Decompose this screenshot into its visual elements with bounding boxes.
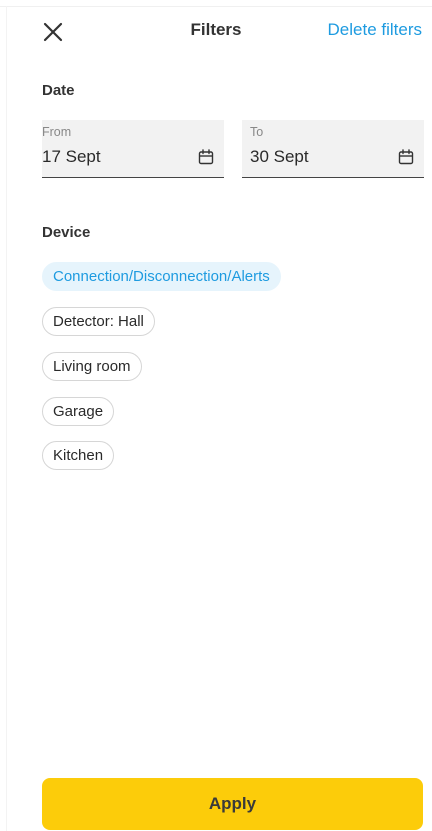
date-to-label: To — [250, 125, 264, 139]
date-from-value: 17 Sept — [42, 147, 101, 166]
top-divider — [0, 6, 432, 7]
date-to-value: 30 Sept — [250, 147, 309, 166]
device-chip-detector-hall[interactable]: Detector: Hall — [42, 307, 155, 336]
device-chip-kitchen[interactable]: Kitchen — [42, 441, 115, 470]
apply-button[interactable]: Apply — [42, 778, 423, 830]
left-divider — [6, 6, 7, 831]
date-from-label: From — [42, 125, 72, 139]
calendar-icon[interactable] — [398, 149, 414, 165]
device-chip-garage[interactable]: Garage — [42, 397, 115, 426]
device-chip-connection-alerts[interactable]: Connection/Disconnection/Alerts — [42, 262, 281, 291]
date-from-field[interactable]: From 17 Sept — [42, 120, 224, 178]
delete-filters-link[interactable]: Delete filters — [328, 20, 422, 40]
device-section-title: Device — [42, 224, 91, 241]
calendar-icon[interactable] — [198, 149, 214, 165]
device-chip-living-room[interactable]: Living room — [42, 352, 142, 381]
filters-screen: Filters Delete filters Date From 17 Sept… — [0, 0, 432, 831]
close-button[interactable] — [40, 19, 66, 45]
date-to-field[interactable]: To 30 Sept — [242, 120, 424, 178]
header-bar: Filters Delete filters — [0, 10, 432, 54]
close-icon — [43, 22, 63, 42]
date-section-title: Date — [42, 82, 75, 99]
